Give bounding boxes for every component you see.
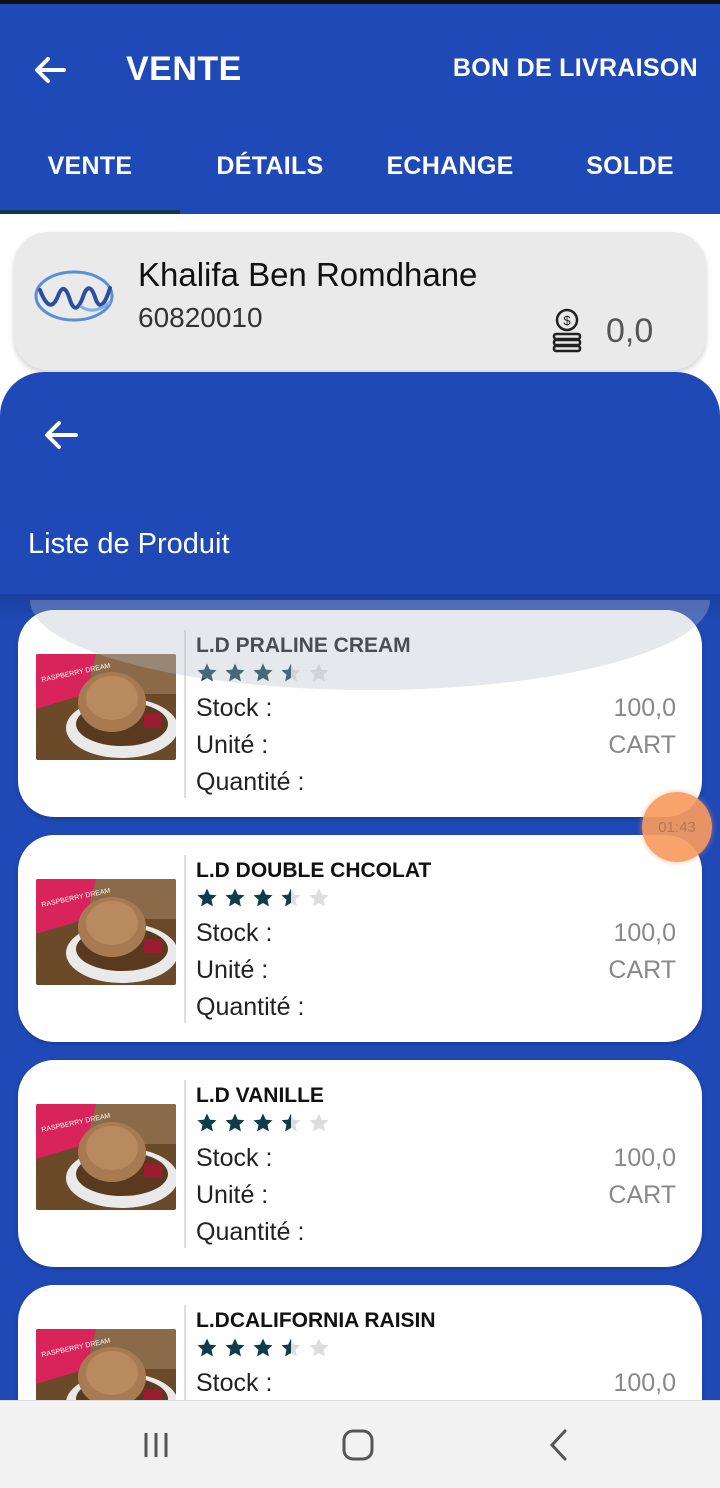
tab-details[interactable]: DÉTAILS (180, 130, 360, 214)
stock-value: 100,0 (613, 1144, 676, 1172)
product-rating (196, 1337, 330, 1359)
company-logo-icon (34, 270, 114, 322)
star-full-icon (225, 1113, 245, 1132)
product-rating (196, 887, 330, 909)
star-half-icon (281, 1113, 301, 1132)
product-name: L.D DOUBLE CHCOLAT (196, 859, 432, 882)
coin-stack-icon: $ (552, 308, 582, 353)
stock-value: 100,0 (613, 1369, 676, 1397)
stock-value: 100,0 (613, 919, 676, 947)
product-name: L.D VANILLE (196, 1084, 324, 1107)
star-full-icon (197, 888, 217, 907)
panel-back-arrow-icon[interactable] (40, 414, 82, 456)
stock-label: Stock : (196, 1144, 273, 1172)
card-divider (184, 1080, 186, 1248)
tab-echange[interactable]: ECHANGE (360, 130, 540, 214)
client-name: Khalifa Ben Romdhane (138, 256, 478, 293)
recent-apps-icon[interactable] (134, 1423, 178, 1467)
product-card[interactable]: RASPBERRY DREAM L.D DOUBLE CHCOLAT Stock… (18, 835, 702, 1042)
stock-label: Stock : (196, 1369, 273, 1397)
product-list[interactable]: RASPBERRY DREAM L.D PRALINE CREAM Stock … (0, 610, 720, 1400)
unit-value: CART (608, 1181, 676, 1209)
product-image: RASPBERRY DREAM (36, 1104, 176, 1210)
star-full-icon (225, 1338, 245, 1357)
star-full-icon (253, 1338, 273, 1357)
star-full-icon (253, 888, 273, 907)
floating-timer-button[interactable]: 01:43 (642, 792, 712, 862)
home-icon[interactable] (336, 1423, 380, 1467)
stock-value: 100,0 (613, 694, 676, 722)
svg-text:$: $ (563, 313, 571, 328)
product-image: RASPBERRY DREAM (36, 879, 176, 985)
quantity-label[interactable]: Quantité : (196, 993, 304, 1022)
star-empty-icon (309, 888, 329, 907)
star-half-icon (281, 888, 301, 907)
product-card[interactable]: RASPBERRY DREAM L.D VANILLE Stock : 100,… (18, 1060, 702, 1267)
quantity-label[interactable]: Quantité : (196, 1218, 304, 1247)
tab-solde[interactable]: SOLDE (540, 130, 720, 214)
system-navigation-bar (0, 1400, 720, 1488)
unit-value: CART (608, 956, 676, 984)
back-nav-icon[interactable] (538, 1423, 582, 1467)
tab-bar: VENTE DÉTAILS ECHANGE SOLDE (0, 130, 720, 214)
bon-de-livraison-button[interactable]: BON DE LIVRAISON (453, 54, 698, 83)
star-empty-icon (309, 1338, 329, 1357)
back-arrow-icon[interactable] (30, 50, 70, 90)
client-card[interactable]: Khalifa Ben Romdhane 60820010 $ 0,0 (14, 232, 706, 370)
product-list-title: Liste de Produit (28, 528, 230, 560)
unit-label: Unité : (196, 956, 269, 984)
card-divider (184, 855, 186, 1023)
unit-label: Unité : (196, 731, 269, 759)
product-image: RASPBERRY DREAM (36, 1329, 176, 1400)
product-rating (196, 1112, 330, 1134)
tab-vente[interactable]: VENTE (0, 130, 180, 214)
page-title: VENTE (126, 50, 242, 88)
client-phone: 60820010 (138, 302, 263, 333)
product-name: L.DCALIFORNIA RAISIN (196, 1309, 436, 1332)
client-balance: 0,0 (606, 312, 654, 350)
star-half-icon (281, 1338, 301, 1357)
unit-label: Unité : (196, 1181, 269, 1209)
unit-value: CART (608, 731, 676, 759)
star-full-icon (225, 888, 245, 907)
star-full-icon (197, 1338, 217, 1357)
quantity-label[interactable]: Quantité : (196, 768, 304, 797)
product-card[interactable]: RASPBERRY DREAM L.DCALIFORNIA RAISIN Sto… (18, 1285, 702, 1400)
stock-label: Stock : (196, 919, 273, 947)
star-full-icon (197, 1113, 217, 1132)
stock-label: Stock : (196, 694, 273, 722)
card-divider (184, 1305, 186, 1400)
star-empty-icon (309, 1113, 329, 1132)
star-full-icon (253, 1113, 273, 1132)
